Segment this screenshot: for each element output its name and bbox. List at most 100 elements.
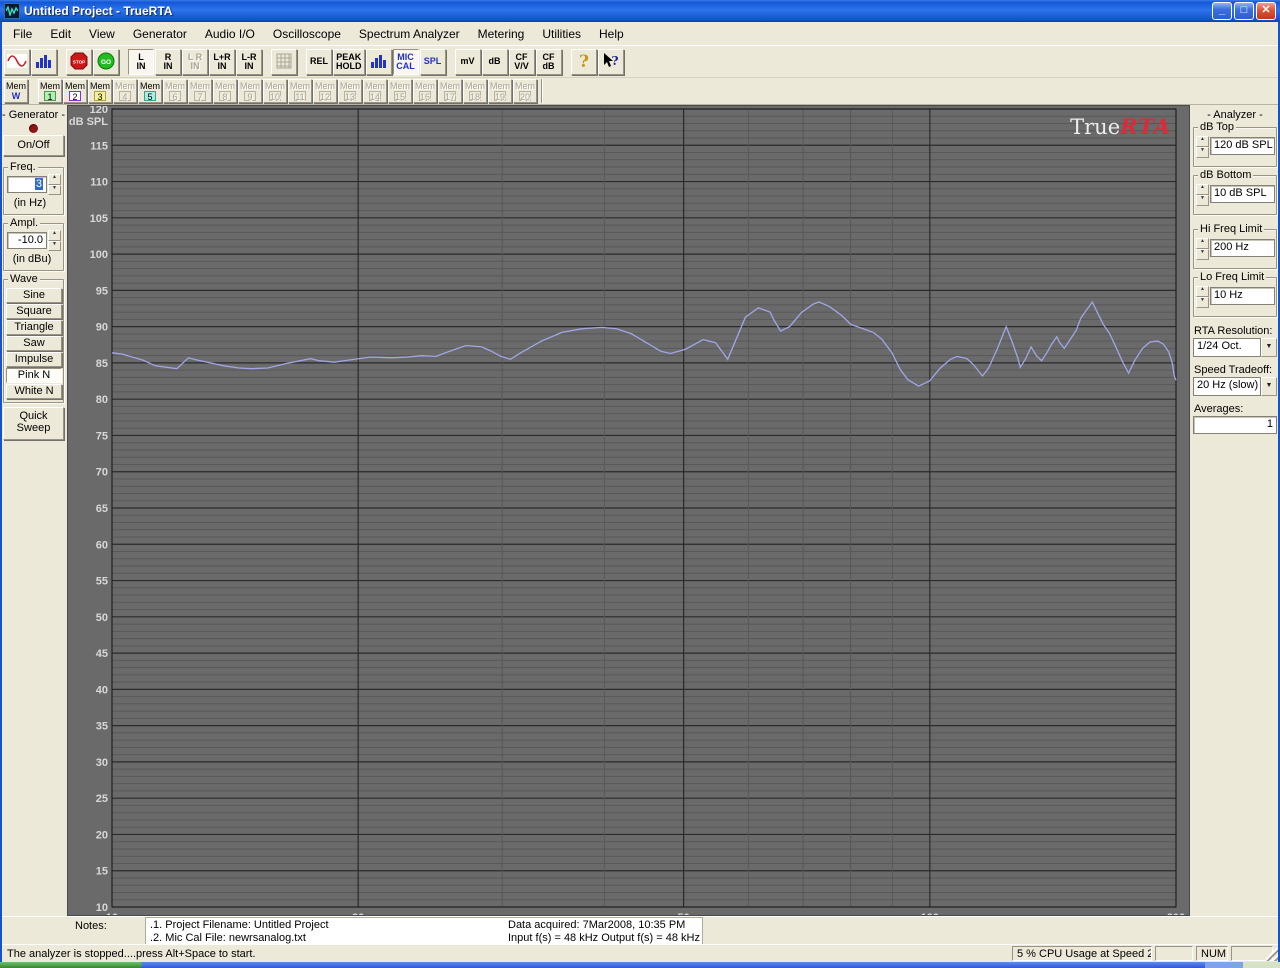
tray-end-strip xyxy=(1243,962,1280,968)
minimize-button[interactable]: _ xyxy=(1212,2,1232,20)
decibels-button[interactable]: dB xyxy=(482,49,508,75)
relative-mode-button[interactable]: REL xyxy=(306,49,332,75)
spectrum-display-button[interactable] xyxy=(31,49,57,75)
svg-text:45: 45 xyxy=(96,648,108,660)
mem-slot-badge: 20 xyxy=(519,91,531,101)
menu-item-oscilloscope[interactable]: Oscilloscope xyxy=(264,24,350,44)
cpu-usage-panel: 5 % CPU Usage at Speed 2 xyxy=(1012,946,1152,961)
notes-box[interactable]: .1. Project Filename: Untitled Project D… xyxy=(145,917,703,945)
svg-text:20: 20 xyxy=(352,912,364,915)
rta-resolution-dropdown-icon[interactable]: ▼ xyxy=(1261,338,1277,357)
svg-text:65: 65 xyxy=(96,503,108,515)
hi-freq-group: Hi Freq Limit ▲ ▼ 200 Hz xyxy=(1193,229,1277,269)
bar-display-button[interactable] xyxy=(366,49,392,75)
menu-item-view[interactable]: View xyxy=(80,24,124,44)
menu-item-generator[interactable]: Generator xyxy=(124,24,196,44)
averages-input[interactable]: 1 xyxy=(1193,416,1277,434)
menu-item-utilities[interactable]: Utilities xyxy=(533,24,590,44)
db-top-spin-down-button[interactable]: ▼ xyxy=(1196,147,1209,158)
speed-tradeoff-dropdown-icon[interactable]: ▼ xyxy=(1261,377,1277,396)
mem-slot-badge: 3 xyxy=(94,91,106,101)
freq-spin-down-button[interactable]: ▼ xyxy=(48,185,61,196)
crest-factor-db-button[interactable]: CFdB xyxy=(536,49,562,75)
wave-button-triangle[interactable]: Triangle xyxy=(6,320,62,335)
hi-freq-spin-up-button[interactable]: ▲ xyxy=(1196,238,1209,249)
l-plus-r-input-button[interactable]: L+RIN xyxy=(209,49,235,75)
wave-button-saw[interactable]: Saw xyxy=(6,336,62,351)
help-button[interactable]: ? xyxy=(571,49,597,75)
stop-button[interactable]: STOP xyxy=(66,49,92,75)
mem-button-4: Mem4 xyxy=(113,79,137,103)
close-button[interactable]: ✕ xyxy=(1256,2,1276,20)
hi-freq-label: Hi Freq Limit xyxy=(1198,223,1264,235)
ampl-spin-down-button[interactable]: ▼ xyxy=(48,241,61,252)
menu-item-audio-i-o[interactable]: Audio I/O xyxy=(196,24,264,44)
db-top-field[interactable]: 120 dB SPL xyxy=(1210,137,1275,155)
freq-spin-up-button[interactable]: ▲ xyxy=(48,174,61,185)
svg-text:35: 35 xyxy=(96,721,108,733)
num-lock-indicator: NUM xyxy=(1196,946,1228,961)
lo-freq-spin-down-button[interactable]: ▼ xyxy=(1196,297,1209,308)
status-message: The analyzer is stopped....press Alt+Spa… xyxy=(2,946,1008,961)
mem-button-10: Mem10 xyxy=(263,79,287,103)
l-minus-r-input-button[interactable]: L-RIN xyxy=(236,49,262,75)
db-bottom-spin-down-button[interactable]: ▼ xyxy=(1196,195,1209,206)
hi-freq-field[interactable]: 200 Hz xyxy=(1210,239,1275,257)
left-input-button[interactable]: LIN xyxy=(128,49,154,75)
mic-cal-button[interactable]: MICCAL xyxy=(393,49,419,75)
wave-button-pink-n[interactable]: Pink N xyxy=(6,368,62,383)
speed-tradeoff-select[interactable]: 20 Hz (slow) ▼ xyxy=(1193,377,1277,396)
wave-button-sine[interactable]: Sine xyxy=(6,288,62,303)
generator-on-off-button[interactable]: On/Off xyxy=(3,135,64,156)
mem-button-1[interactable]: Mem1 xyxy=(38,79,62,103)
wave-button-square[interactable]: Square xyxy=(6,304,62,319)
millivolts-button[interactable]: mV xyxy=(455,49,481,75)
go-button[interactable]: GO xyxy=(93,49,119,75)
quick-sweep-button[interactable]: Quick Sweep xyxy=(3,407,64,440)
mem-button-3[interactable]: Mem3 xyxy=(88,79,112,103)
note-line2-right: Input f(s) = 48 kHz Output f(s) = 48 kHz xyxy=(508,932,700,944)
mem-button-6: Mem6 xyxy=(163,79,187,103)
mem-button-w[interactable]: MemW xyxy=(4,79,28,103)
db-bottom-spin-up-button[interactable]: ▲ xyxy=(1196,184,1209,195)
hi-freq-spin-down-button[interactable]: ▼ xyxy=(1196,249,1209,260)
wave-button-impulse[interactable]: Impulse xyxy=(6,352,62,367)
analyzer-panel: - Analyzer - dB Top ▲ ▼ 120 dB SPL dB Bo… xyxy=(1190,105,1280,916)
ampl-spin-up-button[interactable]: ▲ xyxy=(48,230,61,241)
svg-text:55: 55 xyxy=(96,576,108,588)
rta-resolution-select[interactable]: 1/24 Oct. ▼ xyxy=(1193,338,1277,357)
mem-button-2[interactable]: Mem2 xyxy=(63,79,87,103)
svg-text:20: 20 xyxy=(96,829,108,841)
ampl-input[interactable]: -10.0 xyxy=(7,232,47,249)
mem-button-5[interactable]: Mem5 xyxy=(138,79,162,103)
mem-slot-badge: 1 xyxy=(44,91,56,101)
mem-slot-badge: 14 xyxy=(369,91,381,101)
lo-freq-spinner: ▲ ▼ xyxy=(1196,286,1209,308)
mem-button-9: Mem9 xyxy=(238,79,262,103)
lo-freq-spin-up-button[interactable]: ▲ xyxy=(1196,286,1209,297)
crest-factor-vv-button[interactable]: CFV/V xyxy=(509,49,535,75)
speed-tradeoff-label: Speed Tradeoff: xyxy=(1194,364,1272,376)
freq-input[interactable]: 3 xyxy=(7,176,47,193)
spl-button[interactable]: SPL xyxy=(420,49,446,75)
db-bottom-field[interactable]: 10 dB SPL xyxy=(1210,185,1275,203)
freq-group: Freq. 3 ▲ ▼ (in Hz) xyxy=(3,167,64,215)
peak-hold-button[interactable]: PEAKHOLD xyxy=(333,49,365,75)
menu-item-metering[interactable]: Metering xyxy=(469,24,534,44)
menu-item-file[interactable]: File xyxy=(4,24,41,44)
wave-button-white-n[interactable]: White N xyxy=(6,384,62,399)
lo-freq-field[interactable]: 10 Hz xyxy=(1210,287,1275,305)
menu-item-help[interactable]: Help xyxy=(590,24,633,44)
menu-item-spectrum-analyzer[interactable]: Spectrum Analyzer xyxy=(350,24,469,44)
context-help-button[interactable]: ? xyxy=(598,49,624,75)
svg-text:85: 85 xyxy=(96,358,108,370)
start-button-strip[interactable] xyxy=(0,962,142,968)
db-top-spin-up-button[interactable]: ▲ xyxy=(1196,136,1209,147)
window-left-border xyxy=(0,22,2,962)
generator-sine-button[interactable] xyxy=(4,49,30,75)
menu-item-edit[interactable]: Edit xyxy=(41,24,80,44)
title-bar[interactable]: Untitled Project - TrueRTA _ □ ✕ xyxy=(0,0,1280,22)
right-input-button[interactable]: RIN xyxy=(155,49,181,75)
mem-slot-badge: 16 xyxy=(419,91,431,101)
maximize-button[interactable]: □ xyxy=(1234,2,1254,20)
